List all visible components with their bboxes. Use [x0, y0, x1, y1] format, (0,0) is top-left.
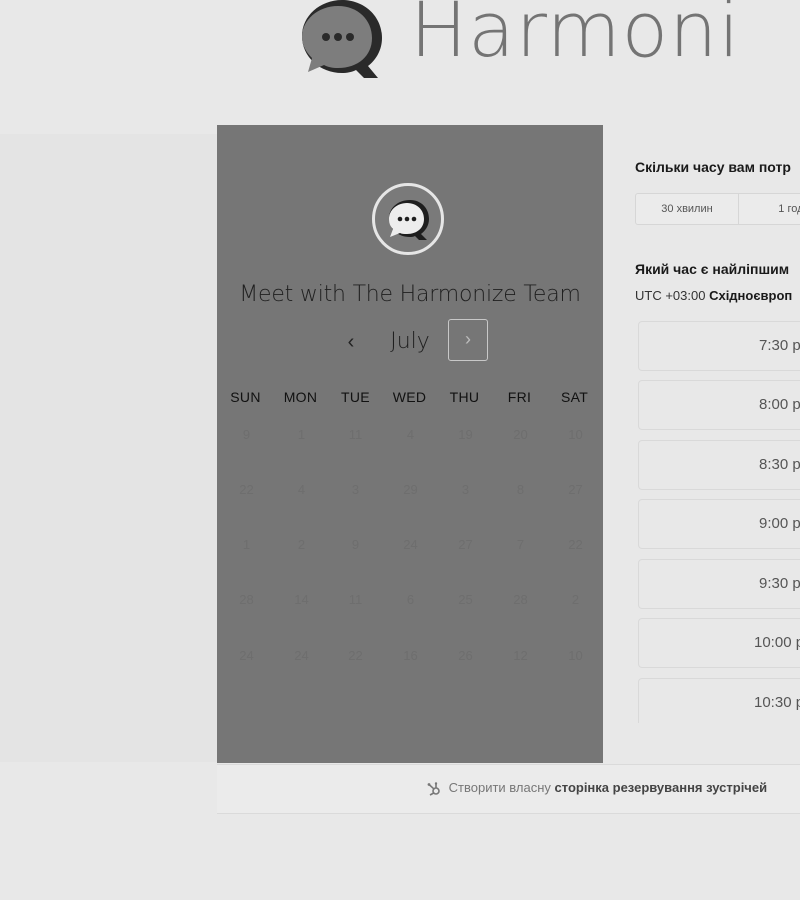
footer-bold-text: сторінка резервування зустрічей	[554, 780, 768, 795]
timezone-offset: UTC +03:00	[635, 288, 706, 303]
footer-bar: Створити власну сторінка резервування зу…	[217, 764, 800, 814]
calendar-day[interactable]: 9	[328, 537, 383, 552]
calendar-day[interactable]: 1	[219, 537, 274, 552]
footer-text: Створити власну	[448, 780, 551, 795]
chat-bubble-icon	[389, 200, 429, 240]
calendar-day[interactable]: 4	[274, 482, 329, 497]
calendar-day[interactable]: 11	[328, 592, 383, 607]
calendar-day[interactable]: 28	[493, 592, 548, 607]
time-slot-button[interactable]: 9:30 p	[638, 559, 800, 609]
calendar-day[interactable]: 3	[328, 482, 383, 497]
month-label: July	[390, 329, 430, 354]
calendar-day[interactable]: 8	[493, 482, 548, 497]
day-grid: 9 1 11 4 19 20 10 22 4 3 29 3 8 27 1 2 9…	[217, 425, 603, 705]
time-slot-button[interactable]: 10:30 p	[638, 678, 800, 723]
calendar-day[interactable]: 6	[383, 592, 438, 607]
calendar-day[interactable]: 24	[219, 648, 274, 663]
calendar-day[interactable]: 27	[438, 537, 493, 552]
calendar-day[interactable]: 10	[548, 648, 603, 663]
time-slot-button[interactable]: 10:00 p	[638, 618, 800, 668]
time-slot-label: 10:30 p	[754, 694, 800, 711]
calendar-day[interactable]: 12	[493, 648, 548, 663]
calendar-day[interactable]: 22	[219, 482, 274, 497]
time-slot-button[interactable]: 8:30 p	[638, 440, 800, 490]
calendar-day[interactable]: 9	[219, 427, 274, 442]
create-booking-page-link[interactable]: Створити власну сторінка резервування зу…	[427, 780, 767, 796]
avatar	[372, 183, 444, 255]
weekday-label: SAT	[560, 389, 589, 405]
duration-option-1h[interactable]: 1 годи	[739, 194, 800, 224]
time-slot-label: 8:00 p	[759, 396, 800, 413]
weekday-label: SUN	[230, 389, 261, 405]
month-navigation: ‹ July ›	[217, 319, 603, 365]
time-slot-label: 7:30 p	[759, 337, 800, 354]
weekday-label: MON	[283, 389, 318, 405]
booking-panel: Скільки часу вам потр 30 хвилин 1 годи Я…	[603, 125, 800, 763]
calendar-day[interactable]: 4	[383, 427, 438, 442]
brand-name: Harmoni	[410, 0, 741, 74]
time-slot-label: 9:00 p	[759, 515, 800, 532]
calendar-day[interactable]: 19	[438, 427, 493, 442]
calendar-day[interactable]: 1	[274, 427, 329, 442]
meeting-title: Meet with The Harmonize Team	[239, 282, 581, 307]
calendar-panel: Meet with The Harmonize Team ‹ July › SU…	[217, 125, 603, 763]
prev-month-button[interactable]: ‹	[339, 327, 363, 357]
duration-question: Скільки часу вам потр	[635, 159, 791, 175]
time-slot-label: 8:30 p	[759, 456, 800, 473]
calendar-day[interactable]: 22	[548, 537, 603, 552]
weekday-label: THU	[449, 389, 480, 405]
calendar-day[interactable]: 29	[383, 482, 438, 497]
weekday-label: WED	[392, 389, 427, 405]
time-slot-label: 9:30 p	[759, 575, 800, 592]
weekday-label: TUE	[341, 389, 370, 405]
calendar-day[interactable]: 26	[438, 648, 493, 663]
calendar-day[interactable]: 7	[493, 537, 548, 552]
timezone-name: Східноєвроп	[709, 288, 793, 303]
time-question: Який час є найліпшим	[635, 261, 790, 277]
calendar-day[interactable]: 14	[274, 592, 329, 607]
calendar-day[interactable]: 20	[493, 427, 548, 442]
calendar-day[interactable]: 10	[548, 427, 603, 442]
time-slot-button[interactable]: 8:00 p	[638, 380, 800, 430]
calendar-day[interactable]: 28	[219, 592, 274, 607]
time-slot-button[interactable]: 9:00 p	[638, 499, 800, 549]
calendar-day[interactable]: 2	[548, 592, 603, 607]
calendar-day[interactable]: 24	[274, 648, 329, 663]
time-slot-list[interactable]: 7:30 p 8:00 p 8:30 p 9:00 p 9:30 p 10:00…	[638, 321, 800, 723]
duration-selector: 30 хвилин 1 годи	[635, 193, 800, 225]
time-slot-label: 10:00 p	[754, 634, 800, 651]
next-month-button[interactable]: ›	[448, 319, 488, 361]
calendar-day[interactable]: 2	[274, 537, 329, 552]
weekday-header: SUN MON TUE WED THU FRI SAT	[217, 389, 603, 409]
calendar-day[interactable]: 25	[438, 592, 493, 607]
weekday-label: FRI	[507, 389, 532, 405]
calendar-day[interactable]: 22	[328, 648, 383, 663]
time-slot-button[interactable]: 7:30 p	[638, 321, 800, 371]
calendar-day[interactable]: 24	[383, 537, 438, 552]
chat-bubble-logo-icon	[302, 0, 382, 78]
calendar-day[interactable]: 11	[328, 427, 383, 442]
calendar-day[interactable]: 3	[438, 482, 493, 497]
calendar-day[interactable]: 27	[548, 482, 603, 497]
left-background-band	[0, 134, 217, 762]
duration-option-30min[interactable]: 30 хвилин	[636, 194, 739, 224]
calendar-day[interactable]: 16	[383, 648, 438, 663]
hubspot-sprocket-icon	[427, 781, 440, 796]
timezone-selector[interactable]: UTC +03:00 Східноєвроп	[635, 288, 792, 303]
